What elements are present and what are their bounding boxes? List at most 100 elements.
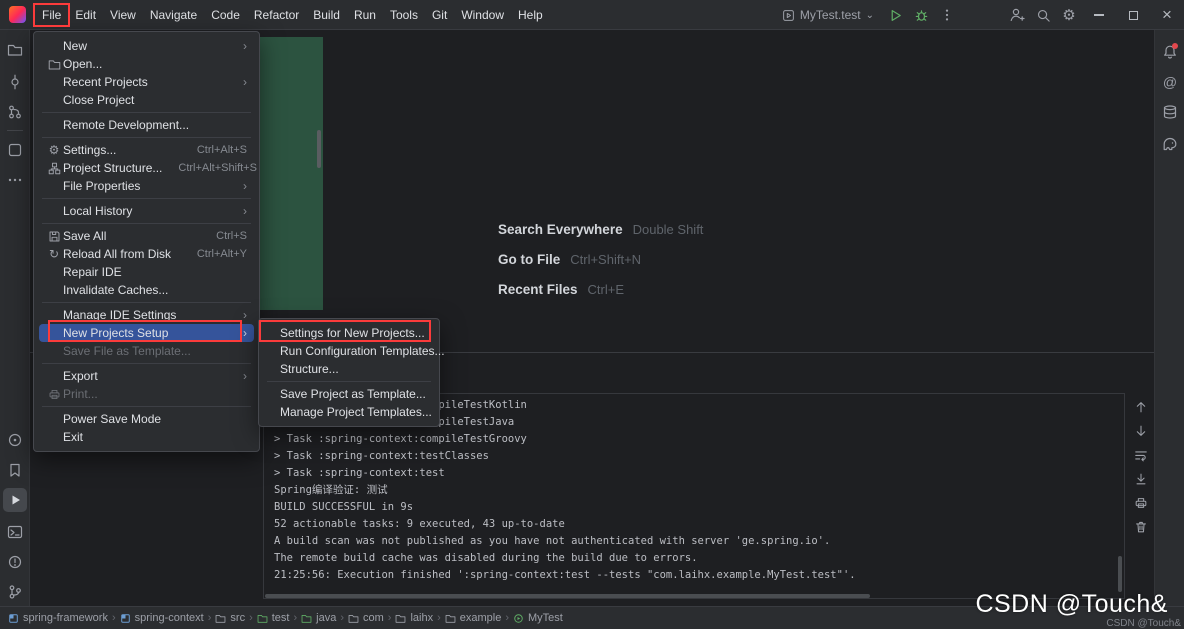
chevron-right-icon: › xyxy=(436,612,442,624)
menu-item-new[interactable]: New › xyxy=(39,37,254,55)
menu-item-power-save-mode[interactable]: Power Save Mode xyxy=(39,410,254,428)
bookmarks-tool-button[interactable] xyxy=(3,458,27,482)
bug-icon xyxy=(914,8,929,23)
breadcrumb-src[interactable]: src xyxy=(215,612,245,624)
print-console-button[interactable] xyxy=(1132,494,1150,512)
menu-item-invalidate-caches[interactable]: Invalidate Caches... xyxy=(39,281,254,299)
debug-button[interactable] xyxy=(908,0,934,30)
submenu-item-structure[interactable]: Structure... xyxy=(264,360,434,378)
notifications-button[interactable] xyxy=(1158,40,1182,64)
menu-item-manage-ide-settings[interactable]: Manage IDE Settings › xyxy=(39,306,254,324)
breadcrumb-label: spring-framework xyxy=(23,612,108,624)
terminal-tool-button[interactable] xyxy=(3,520,27,544)
chevron-right-icon: › xyxy=(243,180,247,192)
soft-wrap-button[interactable] xyxy=(1132,446,1150,464)
menu-item-label: Manage Project Templates... xyxy=(280,405,432,419)
breadcrumb-test[interactable]: test xyxy=(257,612,290,624)
menu-build[interactable]: Build xyxy=(306,4,347,26)
project-tool-button[interactable] xyxy=(3,38,27,62)
console-horizontal-scrollbar[interactable] xyxy=(265,594,870,598)
more-actions-button[interactable] xyxy=(934,0,960,30)
test-class-icon xyxy=(513,613,524,624)
menu-separator xyxy=(42,137,251,138)
pull-requests-tool-button[interactable] xyxy=(3,100,27,124)
menu-navigate[interactable]: Navigate xyxy=(143,4,204,26)
menu-edit[interactable]: Edit xyxy=(68,4,103,26)
editor-scrollbar-thumb[interactable] xyxy=(317,130,321,168)
menu-window[interactable]: Window xyxy=(454,4,511,26)
version-control-tool-button[interactable] xyxy=(3,580,27,604)
menu-item-close-project[interactable]: Close Project xyxy=(39,91,254,109)
navigate-up-button[interactable] xyxy=(1132,398,1150,416)
submenu-item-settings-for-new-projects[interactable]: Settings for New Projects... xyxy=(264,324,434,342)
hint-action-label: Recent Files xyxy=(498,282,578,297)
menu-item-repair-ide[interactable]: Repair IDE xyxy=(39,263,254,281)
scroll-to-end-button[interactable] xyxy=(1132,470,1150,488)
run-tool-button[interactable] xyxy=(3,488,27,512)
database-tool-button[interactable] xyxy=(1158,100,1182,124)
box-icon xyxy=(7,142,23,158)
run-button[interactable] xyxy=(882,0,908,30)
menu-item-print: Print... xyxy=(39,385,254,403)
menu-item-label: Save File as Template... xyxy=(63,344,191,358)
titlebar-actions: MyTest.test ⌄ ⚙ × xyxy=(782,0,1184,30)
build-tool-button[interactable] xyxy=(3,138,27,162)
maximize-button[interactable] xyxy=(1116,0,1150,30)
chevron-right-icon: › xyxy=(504,612,510,624)
menu-code[interactable]: Code xyxy=(204,4,247,26)
right-tool-window-bar: @ xyxy=(1154,30,1184,606)
menu-file[interactable]: File xyxy=(35,4,68,26)
problems-tool-button[interactable] xyxy=(3,550,27,574)
more-tool-windows-button[interactable] xyxy=(3,168,27,192)
account-button[interactable] xyxy=(1004,0,1030,30)
menu-run[interactable]: Run xyxy=(347,4,383,26)
menu-view[interactable]: View xyxy=(103,4,143,26)
close-button[interactable]: × xyxy=(1150,0,1184,30)
search-button[interactable] xyxy=(1030,0,1056,30)
chevron-down-icon: ⌄ xyxy=(866,10,874,21)
breadcrumb-spring-context[interactable]: spring-context xyxy=(120,612,204,624)
settings-button[interactable]: ⚙ xyxy=(1056,0,1082,30)
menu-refactor[interactable]: Refactor xyxy=(247,4,306,26)
commit-tool-button[interactable] xyxy=(3,70,27,94)
menu-git[interactable]: Git xyxy=(425,4,454,26)
menu-item-remote-development[interactable]: Remote Development... xyxy=(39,116,254,134)
menu-item-save-all[interactable]: Save All Ctrl+S xyxy=(39,227,254,245)
clear-console-button[interactable] xyxy=(1132,518,1150,536)
menu-item-local-history[interactable]: Local History › xyxy=(39,202,254,220)
breadcrumb-com[interactable]: com xyxy=(348,612,384,624)
breadcrumb-example[interactable]: example xyxy=(445,612,502,624)
breadcrumb-spring-framework[interactable]: spring-framework xyxy=(8,612,108,624)
console-vertical-scrollbar[interactable] xyxy=(1118,556,1122,592)
minimize-button[interactable] xyxy=(1082,0,1116,30)
menu-tools[interactable]: Tools xyxy=(383,4,425,26)
trash-icon xyxy=(1134,520,1148,534)
submenu-item-save-project-as-template[interactable]: Save Project as Template... xyxy=(264,385,434,403)
gradle-tool-button[interactable] xyxy=(1158,132,1182,156)
menu-item-export[interactable]: Export › xyxy=(39,367,254,385)
submenu-item-run-configuration-templates[interactable]: Run Configuration Templates... xyxy=(264,342,434,360)
menu-item-label: Exit xyxy=(63,430,83,444)
menu-help[interactable]: Help xyxy=(511,4,550,26)
menu-item-settings[interactable]: ⚙ Settings... Ctrl+Alt+S xyxy=(39,141,254,159)
menu-item-new-projects-setup[interactable]: New Projects Setup › xyxy=(39,324,254,342)
intellij-logo-icon[interactable] xyxy=(9,6,26,23)
submenu-item-manage-project-templates[interactable]: Manage Project Templates... xyxy=(264,403,434,421)
menu-item-open[interactable]: Open... xyxy=(39,55,254,73)
run-configuration-selector[interactable]: MyTest.test ⌄ xyxy=(782,8,874,22)
menu-item-recent-projects[interactable]: Recent Projects › xyxy=(39,73,254,91)
hint-keystroke: Ctrl+E xyxy=(588,282,624,297)
console-line: > Task :spring-context:compileTestGroovy xyxy=(274,431,1114,448)
navigate-down-button[interactable] xyxy=(1132,422,1150,440)
breadcrumb-java[interactable]: java xyxy=(301,612,336,624)
menu-item-reload-all-from-disk[interactable]: ↻ Reload All from Disk Ctrl+Alt+Y xyxy=(39,245,254,263)
breadcrumb-mytest[interactable]: MyTest xyxy=(513,612,563,624)
chevron-right-icon: › xyxy=(248,612,254,624)
breadcrumb-laihx[interactable]: laihx xyxy=(395,612,433,624)
structure-icon xyxy=(45,162,63,175)
profiler-tool-button[interactable] xyxy=(3,428,27,452)
ai-assistant-button[interactable]: @ xyxy=(1158,70,1182,94)
menu-item-exit[interactable]: Exit xyxy=(39,428,254,446)
menu-item-file-properties[interactable]: File Properties › xyxy=(39,177,254,195)
menu-item-project-structure[interactable]: Project Structure... Ctrl+Alt+Shift+S xyxy=(39,159,254,177)
